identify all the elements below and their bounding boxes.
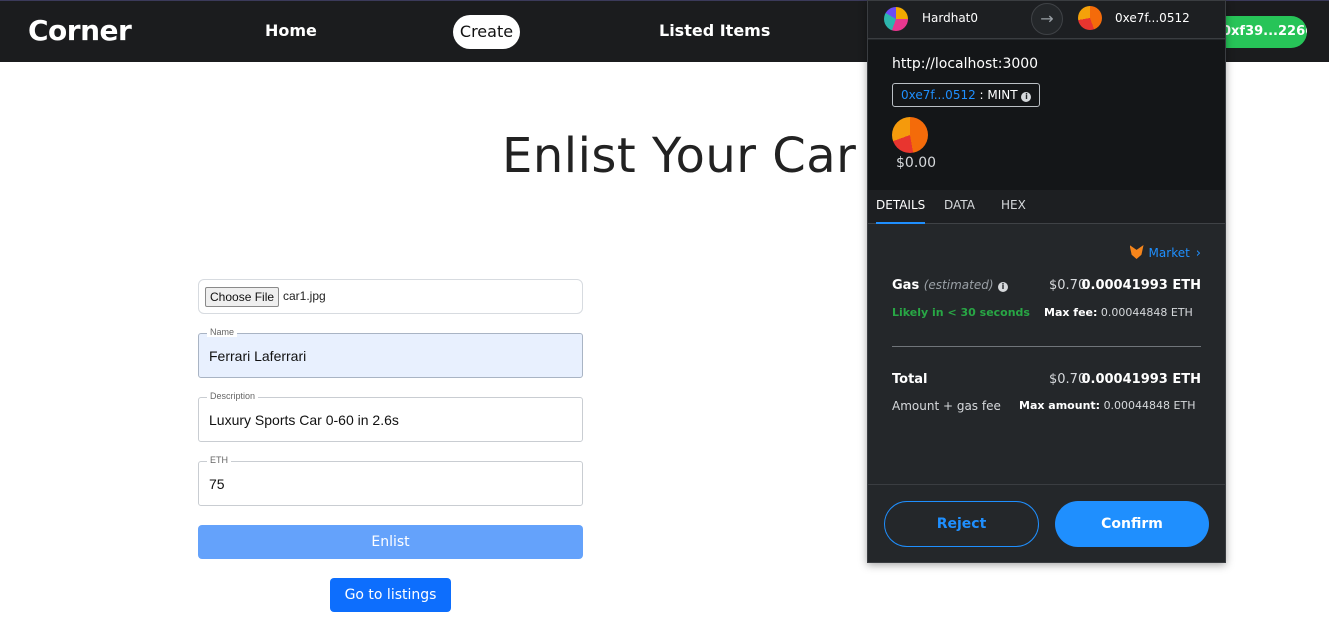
total-sub-label: Amount + gas fee	[892, 399, 1001, 413]
name-field[interactable]: Name Ferrari Laferrari	[198, 327, 583, 378]
brand-logo[interactable]: Corner	[28, 14, 132, 47]
tab-bar: DETAILS DATA HEX	[868, 190, 1225, 224]
max-amount-value: 0.00044848 ETH	[1103, 399, 1196, 412]
enlist-button[interactable]: Enlist	[198, 525, 583, 559]
tab-data[interactable]: DATA	[944, 198, 975, 224]
name-label: Name	[207, 327, 238, 337]
max-fee: Max fee: 0.00044848 ETH	[1044, 306, 1193, 319]
nav-create[interactable]: Create	[453, 15, 520, 49]
max-amount-label: Max amount:	[1019, 399, 1101, 412]
description-field[interactable]: Description Luxury Sports Car 0-60 in 2.…	[198, 391, 583, 442]
gas-info-icon[interactable]: i	[998, 282, 1009, 292]
page-title: Enlist Your Car	[502, 128, 857, 184]
origin-url: http://localhost:3000	[892, 56, 1039, 72]
gas-eth: 0.00041993 ETH	[1081, 278, 1201, 293]
from-account-name[interactable]: Hardhat0	[922, 11, 978, 25]
max-fee-label: Max fee:	[1044, 306, 1098, 319]
method-pill[interactable]: 0xe7f...0512 : MINT i	[892, 83, 1041, 107]
description-label: Description	[207, 391, 259, 401]
file-name: car1.jpg	[283, 289, 326, 303]
metamask-popup: Hardhat0 → 0xe7f...0512 http://localhost…	[867, 0, 1226, 563]
market-link[interactable]: Market ›	[1129, 245, 1201, 261]
tab-hex[interactable]: HEX	[1001, 198, 1026, 224]
gas-label-row: Gas (estimated) i	[892, 278, 1009, 293]
value-usd: $0.00	[896, 155, 937, 171]
name-value: Ferrari Laferrari	[209, 348, 307, 364]
popup-footer: Reject Confirm	[868, 484, 1225, 562]
from-account-avatar-icon	[884, 7, 908, 31]
nav-home[interactable]: Home	[265, 21, 317, 40]
go-to-listings-button[interactable]: Go to listings	[330, 578, 451, 612]
info-icon[interactable]: i	[1021, 92, 1032, 102]
to-account-address[interactable]: 0xe7f...0512	[1115, 11, 1190, 25]
token-icon	[892, 117, 928, 153]
account-header: Hardhat0 → 0xe7f...0512	[868, 1, 1225, 39]
max-fee-value: 0.00044848 ETH	[1100, 306, 1193, 319]
description-value: Luxury Sports Car 0-60 in 2.6s	[209, 412, 399, 428]
tab-details[interactable]: DETAILS	[876, 198, 926, 224]
gas-likely-time[interactable]: Likely in < 30 seconds	[892, 306, 1030, 319]
arrow-right-icon: →	[1031, 3, 1063, 35]
market-label: Market	[1148, 246, 1190, 260]
contract-address[interactable]: 0xe7f...0512	[901, 88, 976, 102]
max-amount: Max amount: 0.00044848 ETH	[1019, 399, 1195, 412]
confirm-button[interactable]: Confirm	[1055, 501, 1209, 547]
choose-file-button[interactable]: Choose File	[205, 287, 280, 307]
chevron-right-icon: ›	[1195, 246, 1201, 261]
file-input[interactable]: Choose File car1.jpg	[198, 279, 583, 314]
eth-field[interactable]: ETH 75	[198, 455, 583, 506]
fox-icon	[1129, 245, 1144, 259]
total-label: Total	[892, 372, 928, 387]
eth-value: 75	[209, 476, 225, 492]
divider	[892, 346, 1201, 347]
gas-estimated-label: (estimated)	[923, 278, 994, 292]
nav-listed-items[interactable]: Listed Items	[659, 21, 770, 40]
total-eth: 0.00041993 ETH	[1081, 372, 1201, 387]
to-account-avatar-icon	[1078, 6, 1102, 30]
method-name: : MINT	[979, 88, 1018, 102]
transaction-summary: http://localhost:3000 0xe7f...0512 : MIN…	[868, 40, 1225, 190]
reject-button[interactable]: Reject	[884, 501, 1039, 547]
eth-label: ETH	[207, 455, 231, 465]
gas-label: Gas	[892, 278, 920, 293]
